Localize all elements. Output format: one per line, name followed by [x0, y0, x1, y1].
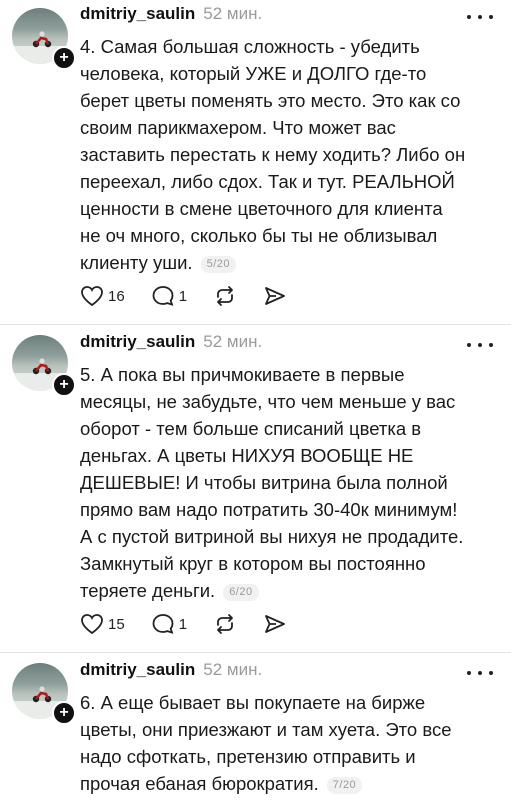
avatar[interactable]: + [12, 8, 76, 70]
repost-button[interactable] [213, 285, 237, 307]
motorcycle-icon [32, 686, 52, 703]
post-time: 52 мин. [203, 4, 263, 23]
post-text: 6. А еще бывает вы покупаете на бирже цв… [80, 692, 452, 794]
username[interactable]: dmitriy_saulin [80, 660, 195, 680]
post-text: 4. Самая большая сложность - убедить чел… [80, 36, 466, 273]
page-counter: 7/20 [326, 776, 363, 794]
more-icon[interactable] [467, 335, 493, 355]
divider [0, 324, 511, 325]
avatar[interactable]: + [12, 663, 76, 725]
page-counter: 5/20 [200, 255, 236, 273]
like-count: 15 [108, 615, 125, 633]
repost-button[interactable] [213, 613, 237, 635]
post-text-container: 4. Самая большая сложность - убедить чел… [80, 33, 500, 276]
like-button[interactable]: 16 [80, 285, 125, 307]
comment-icon [152, 286, 174, 306]
avatar[interactable]: + [12, 335, 76, 397]
divider [0, 652, 511, 653]
page-counter: 6/20 [223, 583, 259, 601]
follow-plus-icon[interactable]: + [52, 373, 76, 397]
post-text-container: 5. А пока вы причмокиваете в первые меся… [80, 361, 500, 604]
send-icon [265, 615, 285, 633]
motorcycle-icon [32, 358, 52, 375]
repost-icon [217, 286, 233, 306]
send-icon [265, 287, 285, 305]
more-icon[interactable] [467, 663, 493, 683]
reply-count: 1 [178, 615, 188, 633]
share-button[interactable] [263, 285, 287, 307]
comment-icon [152, 614, 174, 634]
reply-count: 1 [178, 287, 188, 305]
follow-plus-icon[interactable]: + [52, 46, 76, 70]
reply-button[interactable]: 1 [151, 613, 187, 635]
heart-icon [81, 286, 103, 307]
username[interactable]: dmitriy_saulin [80, 4, 195, 24]
motorcycle-icon [32, 31, 52, 48]
like-button[interactable]: 15 [80, 613, 125, 635]
share-button[interactable] [263, 613, 287, 635]
more-icon[interactable] [467, 7, 493, 27]
reply-button[interactable]: 1 [151, 285, 187, 307]
post-text: 5. А пока вы причмокиваете в первые меся… [80, 364, 464, 601]
post-time: 52 мин. [203, 660, 263, 679]
username[interactable]: dmitriy_saulin [80, 332, 195, 352]
like-count: 16 [108, 287, 125, 305]
follow-plus-icon[interactable]: + [52, 701, 76, 725]
post-text-container: 6. А еще бывает вы покупаете на бирже цв… [80, 689, 500, 797]
repost-icon [217, 614, 233, 634]
post-time: 52 мин. [203, 332, 263, 351]
heart-icon [81, 614, 103, 635]
